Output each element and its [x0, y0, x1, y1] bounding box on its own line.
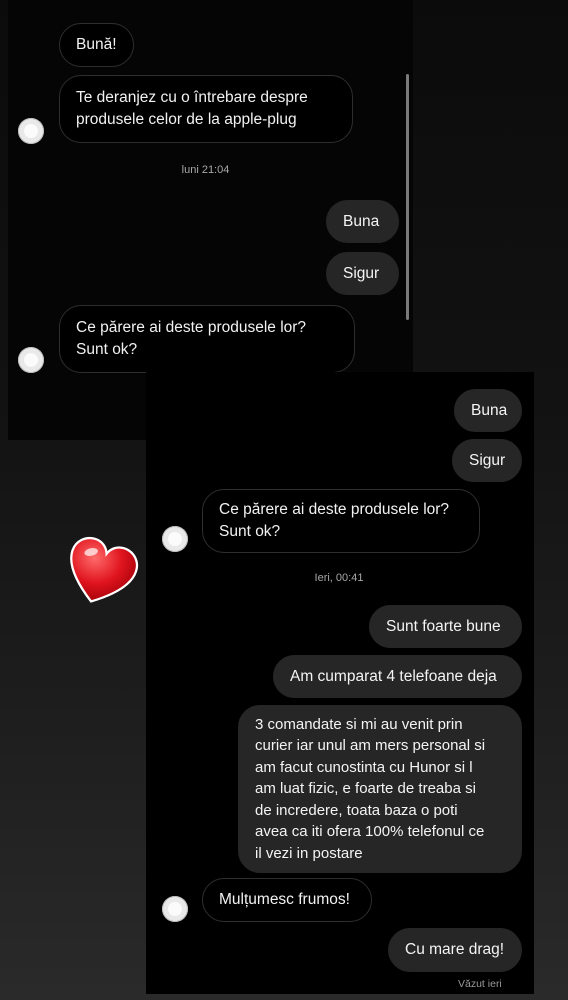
avatar-icon[interactable]	[18, 347, 44, 373]
avatar-icon[interactable]	[162, 896, 188, 922]
message-incoming: Ce părere ai deste produsele lor? Sunt o…	[202, 489, 480, 553]
message-incoming: Ce părere ai deste produsele lor? Sunt o…	[59, 305, 355, 373]
timestamp: Ieri, 00:41	[314, 572, 364, 584]
message-outgoing: Sunt foarte bune	[369, 605, 522, 648]
message-incoming: Bună!	[59, 23, 134, 67]
message-incoming: Mulțumesc frumos!	[202, 878, 372, 922]
message-outgoing: 3 comandate si mi au venit prin curier i…	[238, 705, 522, 873]
message-incoming: Te deranjez cu o întrebare despre produs…	[59, 75, 353, 143]
avatar-icon[interactable]	[18, 118, 44, 144]
message-outgoing: Buna	[454, 389, 522, 432]
timestamp: luni 21:04	[181, 164, 230, 176]
avatar-icon[interactable]	[162, 526, 188, 552]
message-outgoing: Sigur	[452, 439, 522, 482]
message-outgoing: Sigur	[326, 252, 399, 295]
message-outgoing: Am cumparat 4 telefoane deja	[273, 655, 522, 698]
message-outgoing: Cu mare drag!	[388, 928, 522, 972]
seen-status: Văzut ieri	[458, 978, 502, 990]
scrollbar[interactable]	[406, 74, 409, 320]
screenshot-2: Buna Sigur Ce părere ai deste produsele …	[146, 372, 534, 994]
heart-sticker-icon	[70, 536, 139, 603]
message-outgoing: Buna	[326, 200, 399, 243]
